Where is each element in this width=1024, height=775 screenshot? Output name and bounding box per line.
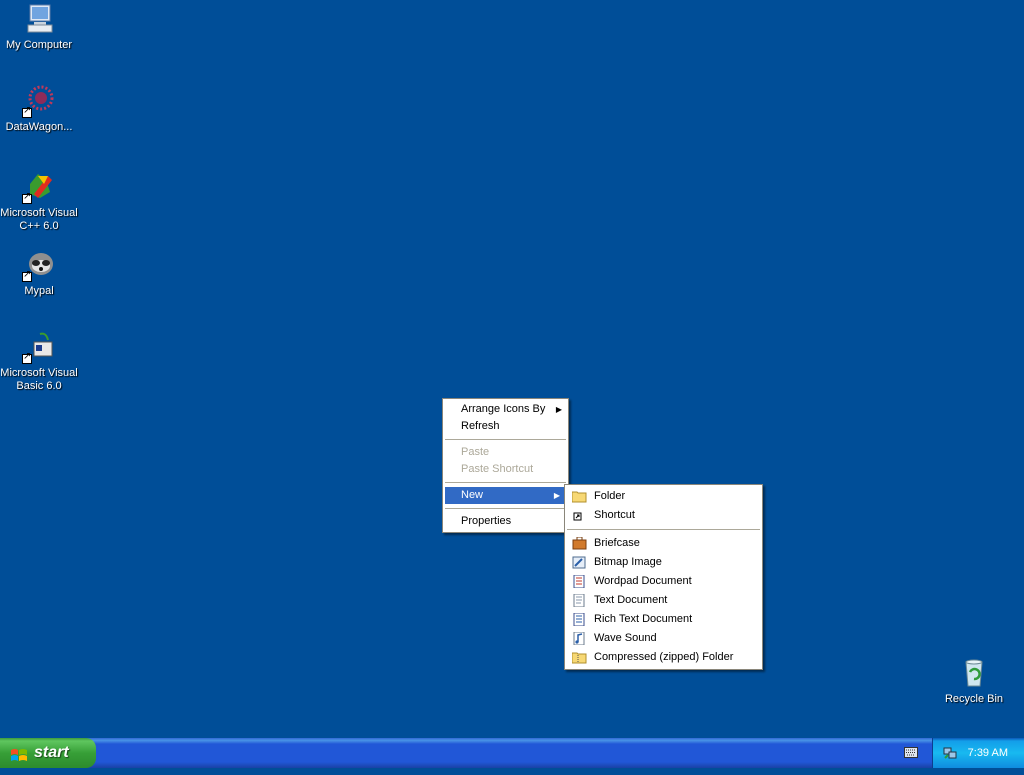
windows-logo-icon	[10, 745, 28, 761]
submenu-arrow-icon: ▶	[555, 405, 562, 414]
submenu-item-zip-folder[interactable]: Compressed (zipped) Folder	[565, 648, 762, 667]
menu-separator	[445, 508, 566, 509]
computer-icon	[22, 2, 56, 36]
shortcut-arrow-icon	[22, 351, 32, 364]
desktop-icon-mypal[interactable]: Mypal	[0, 248, 79, 298]
desktop-icon-label: Recycle Bin	[944, 693, 1004, 705]
visual-basic-icon	[22, 330, 56, 364]
datawagon-icon	[22, 84, 56, 118]
desktop-icon-label: Microsoft Visual Basic 6.0	[0, 367, 78, 392]
desktop-context-menu: Arrange Icons By ▶ Refresh Paste Paste S…	[442, 398, 569, 533]
desktop-icon-label: Microsoft Visual C++ 6.0	[0, 207, 78, 232]
shortcut-arrow-icon	[22, 269, 32, 282]
submenu-item-folder[interactable]: Folder	[565, 487, 762, 506]
clock[interactable]: 7:39 AM	[968, 738, 1008, 768]
new-submenu: Folder Shortcut Briefcase Bitmap Image W…	[564, 484, 763, 670]
submenu-item-rich-text[interactable]: Rich Text Document	[565, 610, 762, 629]
submenu-item-label: Briefcase	[594, 537, 640, 549]
menu-item-arrange-icons-by[interactable]: Arrange Icons By ▶	[443, 401, 568, 418]
menu-separator	[445, 439, 566, 440]
mypal-icon	[22, 248, 56, 282]
submenu-item-bitmap[interactable]: Bitmap Image	[565, 553, 762, 572]
taskbar: start 7:39 AM	[0, 738, 1024, 768]
network-icon[interactable]	[943, 746, 957, 760]
desktop-icon-recycle-bin[interactable]: Recycle Bin	[934, 656, 1014, 706]
menu-item-paste[interactable]: Paste	[443, 444, 568, 461]
keyboard-icon[interactable]	[904, 747, 918, 758]
desktop-icon-visual-basic[interactable]: Microsoft Visual Basic 6.0	[0, 330, 79, 393]
desktop-icon-label: DataWagon...	[5, 121, 73, 133]
menu-item-properties[interactable]: Properties	[443, 513, 568, 530]
menu-item-refresh[interactable]: Refresh	[443, 418, 568, 435]
wordpad-icon	[572, 574, 587, 589]
submenu-item-briefcase[interactable]: Briefcase	[565, 534, 762, 553]
menu-separator	[567, 529, 760, 530]
menu-item-label: Paste	[461, 446, 490, 458]
desktop-icon-label: Mypal	[24, 285, 54, 297]
start-button[interactable]: start	[0, 738, 96, 768]
zip-folder-icon	[571, 651, 587, 664]
submenu-item-label: Text Document	[594, 594, 668, 606]
submenu-item-label: Rich Text Document	[594, 613, 693, 625]
menu-item-label: Arrange Icons By	[461, 403, 546, 415]
submenu-item-shortcut[interactable]: Shortcut	[565, 506, 762, 525]
menu-item-label: Refresh	[461, 420, 500, 432]
desktop-icon-my-computer[interactable]: My Computer	[0, 2, 79, 52]
menu-item-label: Properties	[461, 515, 512, 527]
submenu-item-label: Folder	[594, 490, 626, 502]
shortcut-icon	[572, 509, 587, 522]
submenu-item-label: Compressed (zipped) Folder	[594, 651, 734, 663]
text-document-icon	[572, 593, 587, 608]
desktop-icon-visual-cpp[interactable]: Microsoft Visual C++ 6.0	[0, 170, 79, 233]
menu-item-label: Paste Shortcut	[461, 463, 534, 475]
submenu-item-label: Bitmap Image	[594, 556, 662, 568]
system-tray: 7:39 AM	[932, 738, 1024, 768]
rich-text-icon	[572, 612, 587, 627]
submenu-arrow-icon: ▶	[553, 491, 560, 500]
submenu-item-label: Wordpad Document	[594, 575, 692, 587]
menu-separator	[445, 482, 566, 483]
menu-item-paste-shortcut[interactable]: Paste Shortcut	[443, 461, 568, 478]
briefcase-icon	[572, 536, 587, 550]
recycle-bin-icon	[957, 656, 991, 690]
submenu-item-text-document[interactable]: Text Document	[565, 591, 762, 610]
submenu-item-label: Shortcut	[594, 509, 635, 521]
desktop-icon-label: My Computer	[5, 39, 73, 51]
shortcut-arrow-icon	[22, 105, 32, 118]
submenu-item-wordpad[interactable]: Wordpad Document	[565, 572, 762, 591]
desktop-icon-datawagon[interactable]: DataWagon...	[0, 84, 79, 134]
bitmap-icon	[572, 556, 587, 569]
menu-item-label: New	[461, 489, 484, 501]
submenu-item-label: Wave Sound	[594, 632, 657, 644]
submenu-item-wave-sound[interactable]: Wave Sound	[565, 629, 762, 648]
start-label: start	[34, 744, 69, 761]
visual-cpp-icon	[22, 170, 56, 204]
folder-icon	[571, 490, 587, 503]
shortcut-arrow-icon	[22, 191, 32, 204]
wave-sound-icon	[572, 631, 587, 646]
menu-item-new[interactable]: New ▶	[445, 487, 566, 504]
